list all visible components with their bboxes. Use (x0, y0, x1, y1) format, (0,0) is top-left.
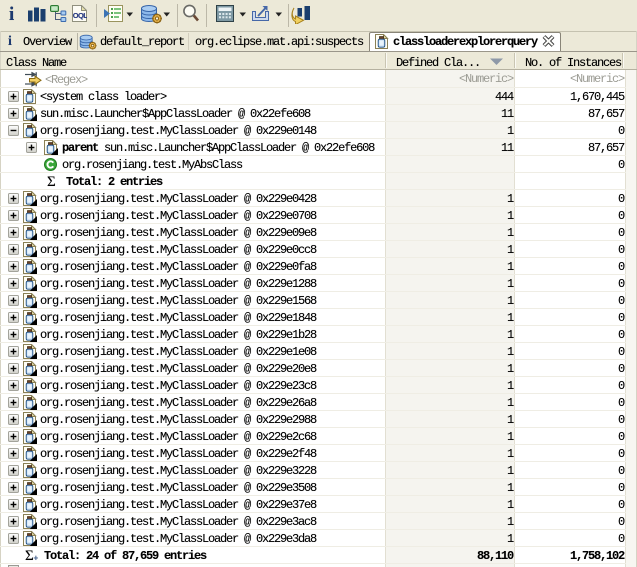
svg-text:Σ: Σ (25, 548, 34, 562)
svg-text:+: + (34, 554, 39, 563)
svg-text:OQL: OQL (73, 11, 87, 20)
svg-text:Σ: Σ (47, 174, 56, 188)
